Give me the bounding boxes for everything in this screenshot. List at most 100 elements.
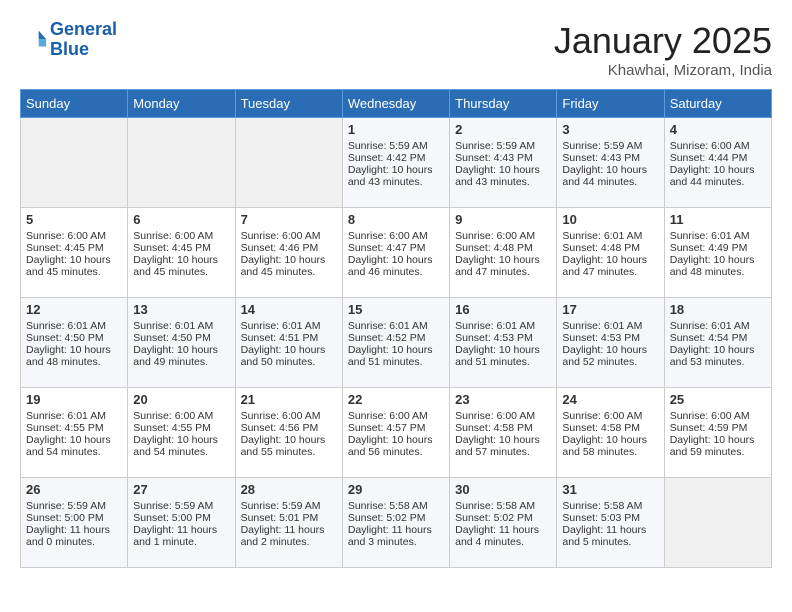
day-info: Sunset: 4:42 PM: [348, 152, 444, 164]
day-info: Sunset: 4:50 PM: [133, 332, 229, 344]
calendar-week-4: 19Sunrise: 6:01 AMSunset: 4:55 PMDayligh…: [21, 388, 772, 478]
day-info: Sunrise: 5:58 AM: [455, 500, 551, 512]
day-info: Sunset: 4:50 PM: [26, 332, 122, 344]
calendar-cell: 4Sunrise: 6:00 AMSunset: 4:44 PMDaylight…: [664, 118, 771, 208]
day-number: 24: [562, 392, 658, 407]
day-info: Sunrise: 5:59 AM: [26, 500, 122, 512]
day-info: Sunrise: 5:59 AM: [241, 500, 337, 512]
day-number: 12: [26, 302, 122, 317]
day-info: Sunset: 4:43 PM: [562, 152, 658, 164]
day-info: Sunrise: 6:00 AM: [562, 410, 658, 422]
calendar-cell: 25Sunrise: 6:00 AMSunset: 4:59 PMDayligh…: [664, 388, 771, 478]
day-info: Sunrise: 6:01 AM: [562, 230, 658, 242]
day-info: Sunrise: 6:00 AM: [241, 230, 337, 242]
calendar-cell: 6Sunrise: 6:00 AMSunset: 4:45 PMDaylight…: [128, 208, 235, 298]
day-info: Daylight: 11 hours and 1 minute.: [133, 524, 229, 548]
day-info: Sunset: 4:53 PM: [455, 332, 551, 344]
day-info: Sunrise: 6:00 AM: [348, 410, 444, 422]
day-info: Daylight: 10 hours and 52 minutes.: [562, 344, 658, 368]
day-info: Daylight: 10 hours and 43 minutes.: [455, 164, 551, 188]
day-info: Sunset: 4:49 PM: [670, 242, 766, 254]
day-info: Sunrise: 6:01 AM: [348, 320, 444, 332]
day-number: 16: [455, 302, 551, 317]
day-info: Daylight: 10 hours and 47 minutes.: [562, 254, 658, 278]
calendar-cell: 8Sunrise: 6:00 AMSunset: 4:47 PMDaylight…: [342, 208, 449, 298]
calendar-cell: 19Sunrise: 6:01 AMSunset: 4:55 PMDayligh…: [21, 388, 128, 478]
day-info: Sunset: 4:44 PM: [670, 152, 766, 164]
location: Khawhai, Mizoram, India: [554, 62, 772, 79]
calendar-cell: [235, 118, 342, 208]
day-number: 2: [455, 122, 551, 137]
day-number: 20: [133, 392, 229, 407]
day-info: Daylight: 11 hours and 3 minutes.: [348, 524, 444, 548]
day-number: 11: [670, 212, 766, 227]
day-info: Daylight: 10 hours and 45 minutes.: [133, 254, 229, 278]
calendar-cell: [128, 118, 235, 208]
day-info: Sunrise: 6:01 AM: [562, 320, 658, 332]
day-info: Daylight: 10 hours and 45 minutes.: [241, 254, 337, 278]
calendar-cell: 17Sunrise: 6:01 AMSunset: 4:53 PMDayligh…: [557, 298, 664, 388]
header-monday: Monday: [128, 90, 235, 118]
calendar-cell: 23Sunrise: 6:00 AMSunset: 4:58 PMDayligh…: [450, 388, 557, 478]
calendar-cell: 13Sunrise: 6:01 AMSunset: 4:50 PMDayligh…: [128, 298, 235, 388]
day-info: Sunset: 4:43 PM: [455, 152, 551, 164]
calendar-cell: 28Sunrise: 5:59 AMSunset: 5:01 PMDayligh…: [235, 478, 342, 568]
day-info: Sunrise: 6:00 AM: [26, 230, 122, 242]
day-info: Sunset: 4:48 PM: [455, 242, 551, 254]
calendar-cell: 9Sunrise: 6:00 AMSunset: 4:48 PMDaylight…: [450, 208, 557, 298]
day-info: Sunset: 4:48 PM: [562, 242, 658, 254]
day-info: Sunrise: 6:01 AM: [241, 320, 337, 332]
day-number: 26: [26, 482, 122, 497]
day-info: Sunrise: 5:59 AM: [455, 140, 551, 152]
day-number: 30: [455, 482, 551, 497]
day-number: 13: [133, 302, 229, 317]
calendar-cell: 7Sunrise: 6:00 AMSunset: 4:46 PMDaylight…: [235, 208, 342, 298]
calendar-cell: 27Sunrise: 5:59 AMSunset: 5:00 PMDayligh…: [128, 478, 235, 568]
header-wednesday: Wednesday: [342, 90, 449, 118]
day-number: 21: [241, 392, 337, 407]
calendar-cell: 16Sunrise: 6:01 AMSunset: 4:53 PMDayligh…: [450, 298, 557, 388]
day-info: Daylight: 10 hours and 43 minutes.: [348, 164, 444, 188]
month-title: January 2025: [554, 20, 772, 62]
day-info: Sunrise: 6:01 AM: [133, 320, 229, 332]
day-info: Sunrise: 6:01 AM: [26, 320, 122, 332]
day-info: Sunrise: 5:58 AM: [348, 500, 444, 512]
calendar-cell: 20Sunrise: 6:00 AMSunset: 4:55 PMDayligh…: [128, 388, 235, 478]
calendar-cell: 10Sunrise: 6:01 AMSunset: 4:48 PMDayligh…: [557, 208, 664, 298]
calendar-cell: 29Sunrise: 5:58 AMSunset: 5:02 PMDayligh…: [342, 478, 449, 568]
day-info: Sunrise: 6:00 AM: [133, 410, 229, 422]
day-number: 19: [26, 392, 122, 407]
calendar-cell: 1Sunrise: 5:59 AMSunset: 4:42 PMDaylight…: [342, 118, 449, 208]
day-info: Daylight: 11 hours and 4 minutes.: [455, 524, 551, 548]
day-info: Sunset: 5:02 PM: [455, 512, 551, 524]
day-number: 23: [455, 392, 551, 407]
day-info: Daylight: 10 hours and 53 minutes.: [670, 344, 766, 368]
header-friday: Friday: [557, 90, 664, 118]
calendar-cell: 21Sunrise: 6:00 AMSunset: 4:56 PMDayligh…: [235, 388, 342, 478]
day-number: 14: [241, 302, 337, 317]
calendar-week-1: 1Sunrise: 5:59 AMSunset: 4:42 PMDaylight…: [21, 118, 772, 208]
day-info: Sunset: 5:00 PM: [26, 512, 122, 524]
day-number: 18: [670, 302, 766, 317]
day-info: Sunset: 4:47 PM: [348, 242, 444, 254]
day-info: Sunset: 4:57 PM: [348, 422, 444, 434]
day-info: Daylight: 10 hours and 48 minutes.: [26, 344, 122, 368]
day-number: 29: [348, 482, 444, 497]
day-info: Daylight: 10 hours and 46 minutes.: [348, 254, 444, 278]
day-info: Sunset: 5:01 PM: [241, 512, 337, 524]
calendar-cell: 2 Sunrise: 5:59 AMSunset: 4:43 PMDaylight…: [450, 118, 557, 208]
day-info: Daylight: 11 hours and 0 minutes.: [26, 524, 122, 548]
calendar-cell: 5Sunrise: 6:00 AMSunset: 4:45 PMDaylight…: [21, 208, 128, 298]
title-block: January 2025 Khawhai, Mizoram, India: [554, 20, 772, 79]
logo-line2: Blue: [50, 39, 89, 59]
day-number: 5: [26, 212, 122, 227]
day-info: Daylight: 10 hours and 44 minutes.: [670, 164, 766, 188]
calendar-cell: [21, 118, 128, 208]
calendar-cell: 24Sunrise: 6:00 AMSunset: 4:58 PMDayligh…: [557, 388, 664, 478]
day-info: Daylight: 10 hours and 45 minutes.: [26, 254, 122, 278]
day-info: Sunrise: 6:00 AM: [455, 410, 551, 422]
day-info: Daylight: 10 hours and 57 minutes.: [455, 434, 551, 458]
day-number: 8: [348, 212, 444, 227]
day-number: 25: [670, 392, 766, 407]
calendar-table: SundayMondayTuesdayWednesdayThursdayFrid…: [20, 89, 772, 568]
